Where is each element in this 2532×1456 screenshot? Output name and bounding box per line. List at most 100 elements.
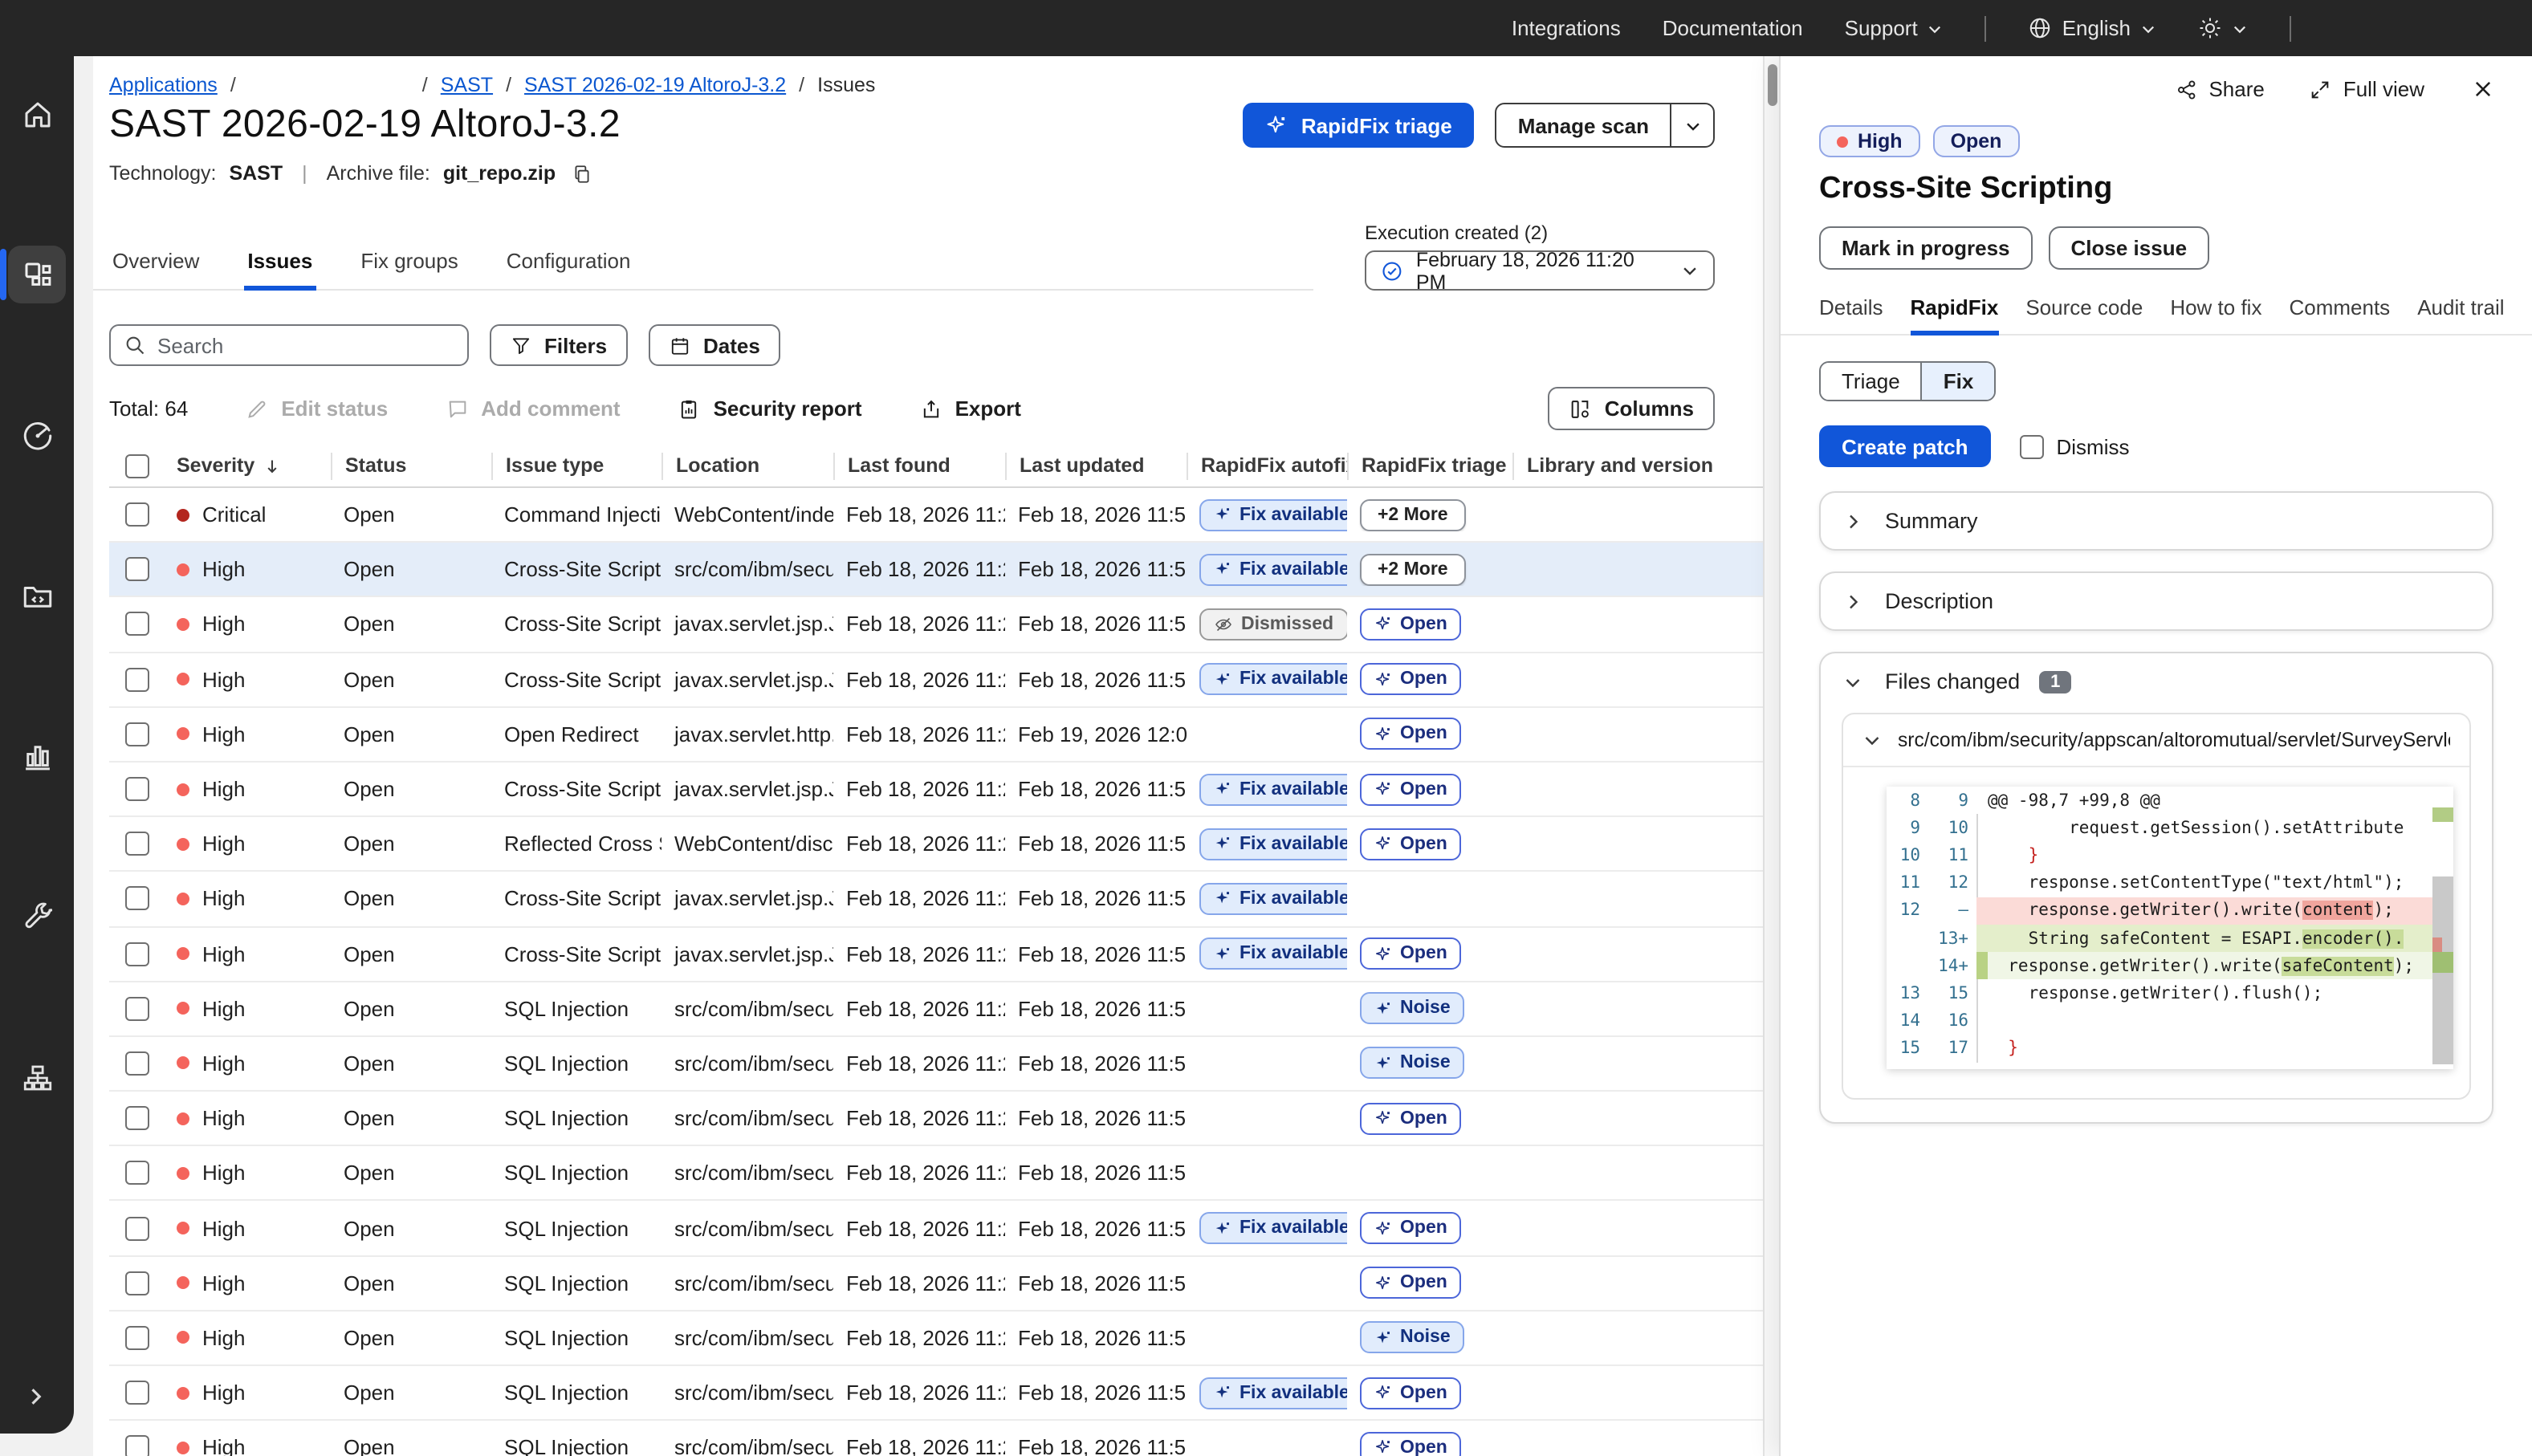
row-checkbox[interactable] [124, 887, 149, 911]
table-row[interactable]: HighOpenCross-Site Scriptingjavax.servle… [109, 927, 1763, 982]
section-header-files-changed[interactable]: Files changed1 [1821, 653, 2492, 710]
row-checkbox[interactable] [124, 502, 149, 527]
triage-open-badge[interactable]: Open [1360, 937, 1462, 970]
table-row[interactable]: HighOpenSQL Injectionsrc/com/ibm/securit… [109, 1312, 1763, 1366]
main-scrollbar[interactable] [1763, 56, 1779, 1456]
section-header-summary[interactable]: Summary [1821, 493, 2492, 549]
autofix-fix-badge[interactable]: Fix available [1199, 883, 1347, 915]
column-header-library-and-version[interactable]: Library and version [1512, 452, 1763, 479]
row-checkbox[interactable] [124, 612, 149, 636]
triage-open-badge[interactable]: Open [1360, 773, 1462, 805]
autofix-fix-badge[interactable]: Fix available [1199, 937, 1347, 970]
tab-issues[interactable]: Issues [244, 246, 315, 289]
column-header-location[interactable]: Location [661, 452, 833, 479]
row-checkbox[interactable] [124, 832, 149, 856]
sidebar-item-code[interactable] [8, 567, 66, 624]
manage-scan-button[interactable]: Manage scan [1497, 104, 1670, 146]
mark-in-progress-button[interactable]: Mark in progress [1819, 226, 2033, 270]
row-checkbox[interactable] [124, 997, 149, 1021]
autofix-fix-badge[interactable]: Fix available [1199, 773, 1347, 805]
mode-option-triage[interactable]: Triage [1821, 363, 1921, 400]
column-header-last-updated[interactable]: Last updated [1005, 452, 1187, 479]
column-header-rapidfix-autofix[interactable]: RapidFix autofix [1187, 452, 1347, 479]
row-checkbox[interactable] [124, 667, 149, 691]
table-row[interactable]: HighOpenCross-Site Scriptingsrc/com/ibm/… [109, 543, 1763, 597]
triage-more-badge[interactable]: +2 More [1360, 498, 1466, 531]
breadcrumb-item[interactable]: Applications [109, 74, 218, 96]
language-selector[interactable]: English [2029, 16, 2156, 40]
autofix-fix-badge[interactable]: Fix available [1199, 828, 1347, 860]
column-header-last-found[interactable]: Last found [833, 452, 1005, 479]
panel-tab-details[interactable]: Details [1819, 295, 1883, 334]
scrollbar-thumb[interactable] [1768, 64, 1777, 106]
triage-open-badge[interactable]: Open [1360, 828, 1462, 860]
row-checkbox[interactable] [124, 1436, 149, 1456]
column-header-status[interactable]: Status [331, 452, 491, 479]
triage-more-badge[interactable]: +2 More [1360, 554, 1466, 586]
share-button[interactable]: Share [2175, 77, 2264, 101]
tab-overview[interactable]: Overview [109, 246, 202, 289]
row-checkbox[interactable] [124, 1326, 149, 1350]
tab-fix-groups[interactable]: Fix groups [357, 246, 461, 289]
autofix-fix-badge[interactable]: Fix available [1199, 663, 1347, 695]
table-row[interactable]: HighOpenCross-Site Scriptingjavax.servle… [109, 653, 1763, 707]
select-all-checkbox[interactable] [124, 453, 149, 478]
manage-scan-dropdown-button[interactable] [1670, 104, 1713, 146]
triage-open-badge[interactable]: Open [1360, 718, 1462, 750]
table-row[interactable]: HighOpenSQL Injectionsrc/com/ibm/securit… [109, 1037, 1763, 1092]
row-checkbox[interactable] [124, 1106, 149, 1130]
nav-documentation[interactable]: Documentation [1663, 16, 1803, 40]
columns-button[interactable]: Columns [1549, 387, 1715, 430]
triage-open-badge[interactable]: Open [1360, 663, 1462, 695]
table-row[interactable]: HighOpenSQL Injectionsrc/com/ibm/securit… [109, 982, 1763, 1036]
dismiss-option[interactable]: Dismiss [2020, 434, 2130, 458]
sidebar-item-tools[interactable] [8, 888, 66, 946]
rapidfix-triage-button[interactable]: RapidFix triage [1244, 103, 1475, 148]
dismiss-checkbox[interactable] [2020, 434, 2044, 458]
sidebar-item-network[interactable] [8, 1048, 66, 1106]
export-button[interactable]: Export [920, 397, 1021, 421]
table-row[interactable]: HighOpenSQL Injectionsrc/com/ibm/securit… [109, 1202, 1763, 1256]
full-view-button[interactable]: Full view [2310, 77, 2424, 101]
row-checkbox[interactable] [124, 1051, 149, 1076]
column-header-severity[interactable]: Severity [164, 452, 331, 479]
triage-noise-badge[interactable]: Noise [1360, 1322, 1465, 1354]
close-panel-button[interactable] [2473, 79, 2493, 100]
row-checkbox[interactable] [124, 722, 149, 746]
changed-file-header[interactable]: src/com/ibm/security/appscan/altoromutua… [1843, 714, 2469, 766]
row-checkbox[interactable] [124, 558, 149, 582]
autofix-dismissed-badge[interactable]: Dismissed [1199, 608, 1347, 641]
nav-support[interactable]: Support [1845, 16, 1944, 40]
add-comment-button[interactable]: Add comment [446, 397, 620, 421]
breadcrumb-item[interactable]: SAST 2026-02-19 AltoroJ-3.2 [524, 74, 786, 96]
table-row[interactable]: CriticalOpenCommand InjectionWebContent/… [109, 488, 1763, 543]
filters-button[interactable]: Filters [490, 324, 628, 366]
table-row[interactable]: HighOpenCross-Site Scriptingjavax.servle… [109, 763, 1763, 817]
autofix-fix-badge[interactable]: Fix available [1199, 498, 1347, 531]
row-checkbox[interactable] [124, 1381, 149, 1405]
sidebar-item-scans[interactable] [8, 406, 66, 464]
table-row[interactable]: HighOpenSQL Injectionsrc/com/ibm/securit… [109, 1366, 1763, 1421]
panel-tab-audit-trail[interactable]: Audit trail [2417, 295, 2504, 334]
table-row[interactable]: HighOpenReflected Cross Site ScriptingWe… [109, 817, 1763, 872]
security-report-button[interactable]: Security report [678, 397, 862, 421]
mode-option-fix[interactable]: Fix [1921, 363, 1995, 400]
sidebar-item-reports[interactable] [8, 727, 66, 785]
table-row[interactable]: HighOpenSQL Injectionsrc/com/ibm/securit… [109, 1256, 1763, 1311]
row-checkbox[interactable] [124, 777, 149, 801]
triage-noise-badge[interactable]: Noise [1360, 993, 1465, 1025]
column-header-rapidfix-triage[interactable]: RapidFix triage [1347, 452, 1512, 479]
sidebar-item-home[interactable] [8, 85, 66, 143]
create-patch-button[interactable]: Create patch [1819, 425, 1991, 467]
edit-status-button[interactable]: Edit status [246, 397, 388, 421]
panel-tab-comments[interactable]: Comments [2289, 295, 2390, 334]
table-row[interactable]: HighOpenCross-Site Scriptingjavax.servle… [109, 598, 1763, 653]
row-checkbox[interactable] [124, 1216, 149, 1240]
row-checkbox[interactable] [124, 1271, 149, 1295]
triage-noise-badge[interactable]: Noise [1360, 1047, 1465, 1080]
table-row[interactable]: HighOpenSQL Injectionsrc/com/ibm/securit… [109, 1421, 1763, 1456]
triage-open-badge[interactable]: Open [1360, 1267, 1462, 1299]
dates-button[interactable]: Dates [649, 324, 781, 366]
triage-open-badge[interactable]: Open [1360, 608, 1462, 641]
autofix-fix-badge[interactable]: Fix available [1199, 1377, 1347, 1409]
